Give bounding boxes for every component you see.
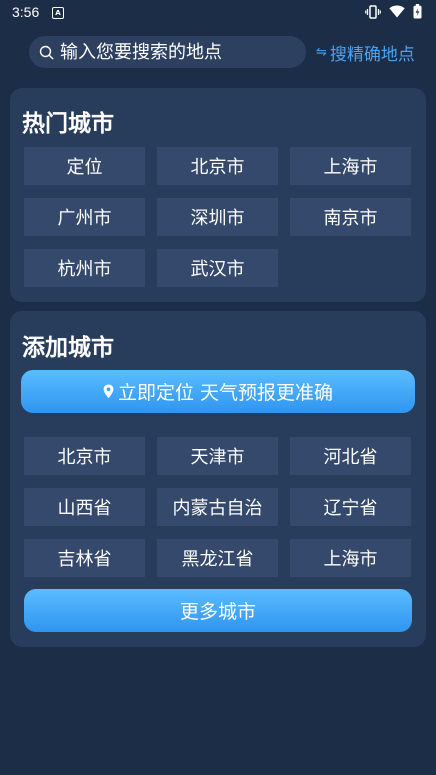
province-item[interactable]: 河北省 [290, 437, 411, 475]
add-city-card: 添加城市 立即定位 天气预报更准确 北京市 天津市 河北省 山西省 内蒙古自治 … [10, 311, 426, 647]
hot-cities-card: 热门城市 定位 北京市 上海市 广州市 深圳市 南京市 杭州市 武汉市 [10, 88, 426, 302]
province-item[interactable]: 黑龙江省 [157, 539, 278, 577]
add-city-title: 添加城市 [22, 335, 114, 361]
hot-city-locate[interactable]: 定位 [24, 147, 145, 185]
search-box[interactable] [29, 36, 306, 68]
hot-city-beijing[interactable]: 北京市 [157, 147, 278, 185]
battery-icon [413, 4, 422, 19]
status-icons [365, 4, 422, 19]
locate-now-button[interactable]: 立即定位 天气预报更准确 [21, 370, 415, 413]
province-item[interactable]: 上海市 [290, 539, 411, 577]
province-item[interactable]: 北京市 [24, 437, 145, 475]
locate-now-label: 立即定位 天气预报更准确 [117, 382, 334, 404]
vibrate-icon [365, 4, 381, 19]
province-item[interactable]: 内蒙古自治 [157, 488, 278, 526]
status-time: 3:56 [12, 4, 40, 20]
hot-city-guangzhou[interactable]: 广州市 [24, 198, 145, 236]
notification-app-icon: A [52, 7, 64, 19]
search-input[interactable] [60, 37, 306, 67]
precise-search-link[interactable]: ⇋ 搜精确地点 [316, 38, 415, 66]
precise-search-label: 搜精确地点 [329, 44, 415, 65]
hot-city-nanjing[interactable]: 南京市 [290, 198, 411, 236]
province-item[interactable]: 辽宁省 [290, 488, 411, 526]
province-item[interactable]: 天津市 [157, 437, 278, 475]
hot-city-hangzhou[interactable]: 杭州市 [24, 249, 145, 287]
swap-icon: ⇋ [316, 44, 327, 60]
status-bar: 3:56 A [0, 0, 436, 26]
wifi-icon [389, 5, 405, 18]
hot-city-shenzhen[interactable]: 深圳市 [157, 198, 278, 236]
location-pin-icon [103, 384, 115, 400]
hot-city-wuhan[interactable]: 武汉市 [157, 249, 278, 287]
more-cities-button[interactable]: 更多城市 [24, 589, 412, 632]
province-item[interactable]: 山西省 [24, 488, 145, 526]
hot-cities-title: 热门城市 [22, 111, 114, 137]
search-icon [38, 44, 54, 60]
hot-city-shanghai[interactable]: 上海市 [290, 147, 411, 185]
province-item[interactable]: 吉林省 [24, 539, 145, 577]
